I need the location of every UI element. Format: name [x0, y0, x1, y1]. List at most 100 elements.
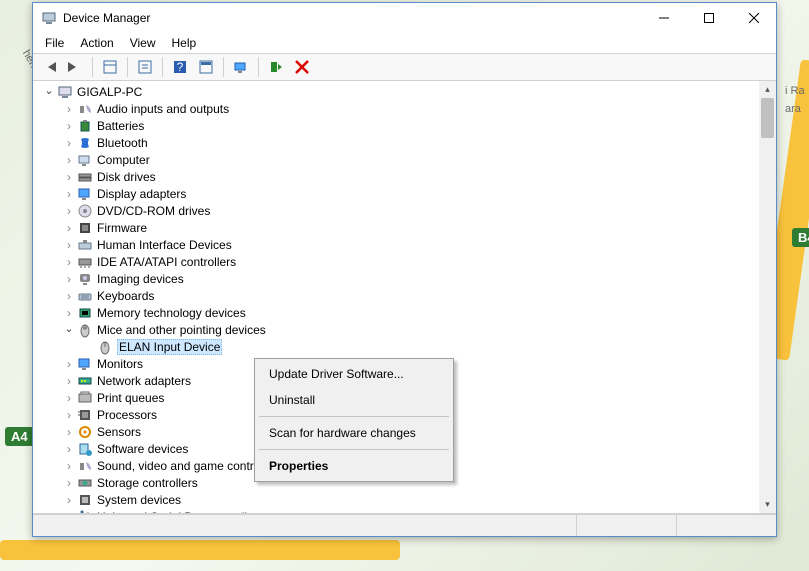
category-label: Sensors	[97, 425, 141, 439]
category-label: Imaging devices	[97, 272, 184, 286]
expander-icon[interactable]	[63, 409, 75, 421]
tree-category[interactable]: Display adapters	[61, 185, 759, 202]
category-icon	[77, 475, 93, 491]
tree-category[interactable]: Computer	[61, 151, 759, 168]
category-label: Firmware	[97, 221, 147, 235]
expander-icon[interactable]	[63, 375, 75, 387]
expander-icon[interactable]	[63, 358, 75, 370]
expander-icon[interactable]	[63, 426, 75, 438]
expander-icon[interactable]	[43, 86, 55, 98]
category-icon	[77, 169, 93, 185]
tree-category[interactable]: Batteries	[61, 117, 759, 134]
menu-properties[interactable]: Properties	[257, 453, 451, 479]
tree-category[interactable]: Audio inputs and outputs	[61, 100, 759, 117]
menu-separator	[259, 416, 449, 417]
expander-icon[interactable]	[63, 205, 75, 217]
tree-category[interactable]: Keyboards	[61, 287, 759, 304]
category-icon	[77, 509, 93, 514]
category-icon	[77, 390, 93, 406]
action-button[interactable]	[194, 56, 218, 78]
minimize-button[interactable]	[641, 4, 686, 33]
category-label: Computer	[97, 153, 150, 167]
expander-icon[interactable]	[63, 222, 75, 234]
expander-icon[interactable]	[63, 239, 75, 251]
menu-scan-hardware[interactable]: Scan for hardware changes	[257, 420, 451, 446]
category-icon	[77, 186, 93, 202]
tree-device-selected[interactable]: ELAN Input Device	[81, 338, 759, 355]
menu-view[interactable]: View	[122, 34, 164, 52]
menu-update-driver[interactable]: Update Driver Software...	[257, 361, 451, 387]
properties-button[interactable]	[133, 56, 157, 78]
expander-icon[interactable]	[63, 392, 75, 404]
tree-category[interactable]: Human Interface Devices	[61, 236, 759, 253]
enable-button[interactable]	[264, 56, 288, 78]
scroll-thumb[interactable]	[761, 98, 774, 138]
app-icon	[41, 10, 57, 26]
expander-icon[interactable]	[63, 273, 75, 285]
vertical-scrollbar[interactable]: ▴ ▾	[759, 81, 776, 513]
scroll-up-button[interactable]: ▴	[759, 81, 776, 98]
category-label: Keyboards	[97, 289, 154, 303]
category-label: Network adapters	[97, 374, 191, 388]
category-icon	[77, 288, 93, 304]
menu-uninstall[interactable]: Uninstall	[257, 387, 451, 413]
tree-category[interactable]: Mice and other pointing devices	[61, 321, 759, 338]
scan-hardware-button[interactable]	[229, 56, 253, 78]
map-badge-a4: A4	[5, 427, 34, 446]
expander-icon[interactable]	[63, 443, 75, 455]
expander-icon[interactable]	[63, 290, 75, 302]
tree-category[interactable]: Firmware	[61, 219, 759, 236]
maximize-button[interactable]	[686, 4, 731, 33]
expander-icon[interactable]	[63, 103, 75, 115]
expander-icon[interactable]	[63, 307, 75, 319]
titlebar: Device Manager	[33, 3, 776, 33]
tree-category[interactable]: System devices	[61, 491, 759, 508]
category-label: Processors	[97, 408, 157, 422]
back-button[interactable]	[37, 56, 61, 78]
expander-icon[interactable]	[63, 494, 75, 506]
category-label: Display adapters	[97, 187, 186, 201]
category-label: Memory technology devices	[97, 306, 246, 320]
category-label: Audio inputs and outputs	[97, 102, 229, 116]
category-label: DVD/CD-ROM drives	[97, 204, 210, 218]
statusbar	[33, 514, 776, 536]
tree-category[interactable]: Bluetooth	[61, 134, 759, 151]
category-icon	[77, 407, 93, 423]
scroll-down-button[interactable]: ▾	[759, 496, 776, 513]
tree-category[interactable]: IDE ATA/ATAPI controllers	[61, 253, 759, 270]
show-hide-tree-button[interactable]	[98, 56, 122, 78]
category-label: Bluetooth	[97, 136, 148, 150]
expander-icon[interactable]	[63, 120, 75, 132]
expander-icon[interactable]	[63, 511, 75, 514]
category-icon	[77, 220, 93, 236]
menu-separator	[259, 449, 449, 450]
svg-text:?: ?	[177, 60, 184, 74]
tree-category[interactable]: DVD/CD-ROM drives	[61, 202, 759, 219]
tree-category[interactable]: Disk drives	[61, 168, 759, 185]
tree-category[interactable]: Universal Serial Bus controllers	[61, 508, 759, 513]
category-icon	[77, 101, 93, 117]
uninstall-button[interactable]	[290, 56, 314, 78]
expander-icon[interactable]	[63, 324, 75, 336]
computer-icon	[57, 84, 73, 100]
menu-action[interactable]: Action	[72, 34, 121, 52]
tree-category[interactable]: Imaging devices	[61, 270, 759, 287]
menu-file[interactable]: File	[37, 34, 72, 52]
category-icon	[77, 356, 93, 372]
expander-icon[interactable]	[63, 171, 75, 183]
forward-button[interactable]	[63, 56, 87, 78]
expander-icon[interactable]	[63, 137, 75, 149]
help-button[interactable]: ?	[168, 56, 192, 78]
tree-category[interactable]: Memory technology devices	[61, 304, 759, 321]
expander-icon[interactable]	[63, 256, 75, 268]
device-label: ELAN Input Device	[117, 339, 222, 355]
close-button[interactable]	[731, 4, 776, 33]
tree-root[interactable]: GIGALP-PC	[41, 83, 759, 100]
expander-icon[interactable]	[63, 460, 75, 472]
expander-icon[interactable]	[63, 154, 75, 166]
menu-help[interactable]: Help	[164, 34, 205, 52]
category-label: Monitors	[97, 357, 143, 371]
category-icon	[77, 458, 93, 474]
expander-icon[interactable]	[63, 188, 75, 200]
expander-icon[interactable]	[63, 477, 75, 489]
